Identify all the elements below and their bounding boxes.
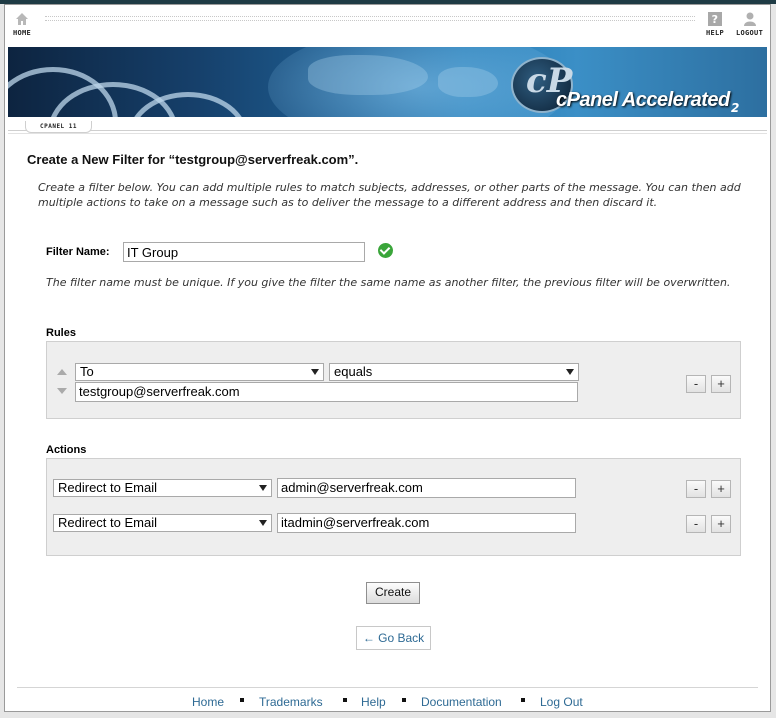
tab-cpanel[interactable]: CPANEL 11 — [25, 121, 93, 133]
banner-world-map — [308, 55, 428, 95]
filter-name-input[interactable] — [123, 242, 365, 262]
remove-action-button[interactable]: - — [686, 480, 706, 498]
rule-value-input[interactable]: testgroup@serverfreak.com — [75, 382, 578, 402]
rule-match-select[interactable]: equals — [329, 363, 579, 381]
add-action-button[interactable]: + — [711, 480, 731, 498]
action-select-value: Redirect to Email — [58, 515, 157, 530]
action-select[interactable]: Redirect to Email — [53, 479, 272, 497]
remove-rule-button[interactable]: - — [686, 375, 706, 393]
footer: Home Trademarks Help Documentation Log O… — [5, 687, 770, 711]
chevron-down-icon — [311, 369, 319, 375]
footer-separator — [343, 698, 347, 702]
cpanel-banner: cP cPanel Accelerated 2 — [8, 47, 767, 117]
cpanel-frame: HOME ? HELP LOGOUT cP cPanel Accelerated — [4, 4, 771, 712]
tab-divider — [8, 133, 767, 134]
nav-help[interactable]: ? HELP — [706, 11, 724, 37]
footer-link-home[interactable]: Home — [192, 695, 224, 709]
chevron-down-icon — [566, 369, 574, 375]
nav-help-label: HELP — [706, 29, 725, 37]
svg-text:?: ? — [712, 13, 719, 26]
help-icon: ? — [708, 12, 723, 26]
footer-divider — [17, 687, 758, 688]
footer-separator — [240, 698, 244, 702]
create-button[interactable]: Create — [366, 582, 420, 604]
add-action-button[interactable]: + — [711, 515, 731, 533]
actions-panel: Redirect to Email admin@serverfreak.com … — [46, 458, 741, 556]
footer-link-documentation[interactable]: Documentation — [421, 695, 502, 709]
move-up-icon[interactable] — [57, 369, 67, 375]
logout-icon — [743, 12, 756, 26]
rules-panel: To equals testgroup@serverfreak.com - + — [46, 341, 741, 419]
nav-home-label: HOME — [13, 29, 32, 37]
chevron-down-icon — [259, 485, 267, 491]
cpanel-logo-text: cPanel Accelerated — [556, 89, 730, 111]
nav-logout[interactable]: LOGOUT — [736, 11, 763, 37]
nav-divider — [45, 16, 695, 21]
nav-logout-label: LOGOUT — [736, 29, 764, 37]
valid-check-icon — [378, 243, 393, 258]
action-email-input[interactable]: admin@serverfreak.com — [277, 478, 576, 498]
footer-separator — [402, 698, 406, 702]
actions-heading: Actions — [46, 444, 87, 456]
filter-name-note: The filter name must be unique. If you g… — [46, 276, 731, 289]
page-intro: Create a filter below. You can add multi… — [38, 181, 741, 209]
rules-heading: Rules — [46, 327, 76, 339]
action-email-input[interactable]: itadmin@serverfreak.com — [277, 513, 576, 533]
chevron-down-icon — [259, 520, 267, 526]
add-rule-button[interactable]: + — [711, 375, 731, 393]
remove-action-button[interactable]: - — [686, 515, 706, 533]
filter-name-label: Filter Name: — [46, 246, 110, 258]
rule-part-select[interactable]: To — [75, 363, 324, 381]
footer-separator — [521, 698, 525, 702]
top-nav: HOME ? HELP LOGOUT — [5, 5, 770, 45]
banner-world-map — [438, 67, 498, 97]
go-back-link[interactable]: ← Go Back — [356, 626, 431, 650]
footer-link-help[interactable]: Help — [361, 695, 386, 709]
footer-link-trademarks[interactable]: Trademarks — [259, 695, 323, 709]
move-down-icon[interactable] — [57, 388, 67, 394]
cpanel-logo-version: 2 — [731, 101, 740, 115]
page-title: Create a New Filter for “testgroup@serve… — [27, 152, 359, 167]
tab-divider — [8, 130, 767, 131]
rule-part-value: To — [80, 364, 94, 379]
action-select-value: Redirect to Email — [58, 480, 157, 495]
footer-link-logout[interactable]: Log Out — [540, 695, 583, 709]
action-select[interactable]: Redirect to Email — [53, 514, 272, 532]
tab-strip: CPANEL 11 — [5, 121, 770, 137]
nav-home[interactable]: HOME — [13, 11, 31, 37]
home-icon — [16, 13, 29, 25]
rule-match-value: equals — [334, 364, 373, 379]
